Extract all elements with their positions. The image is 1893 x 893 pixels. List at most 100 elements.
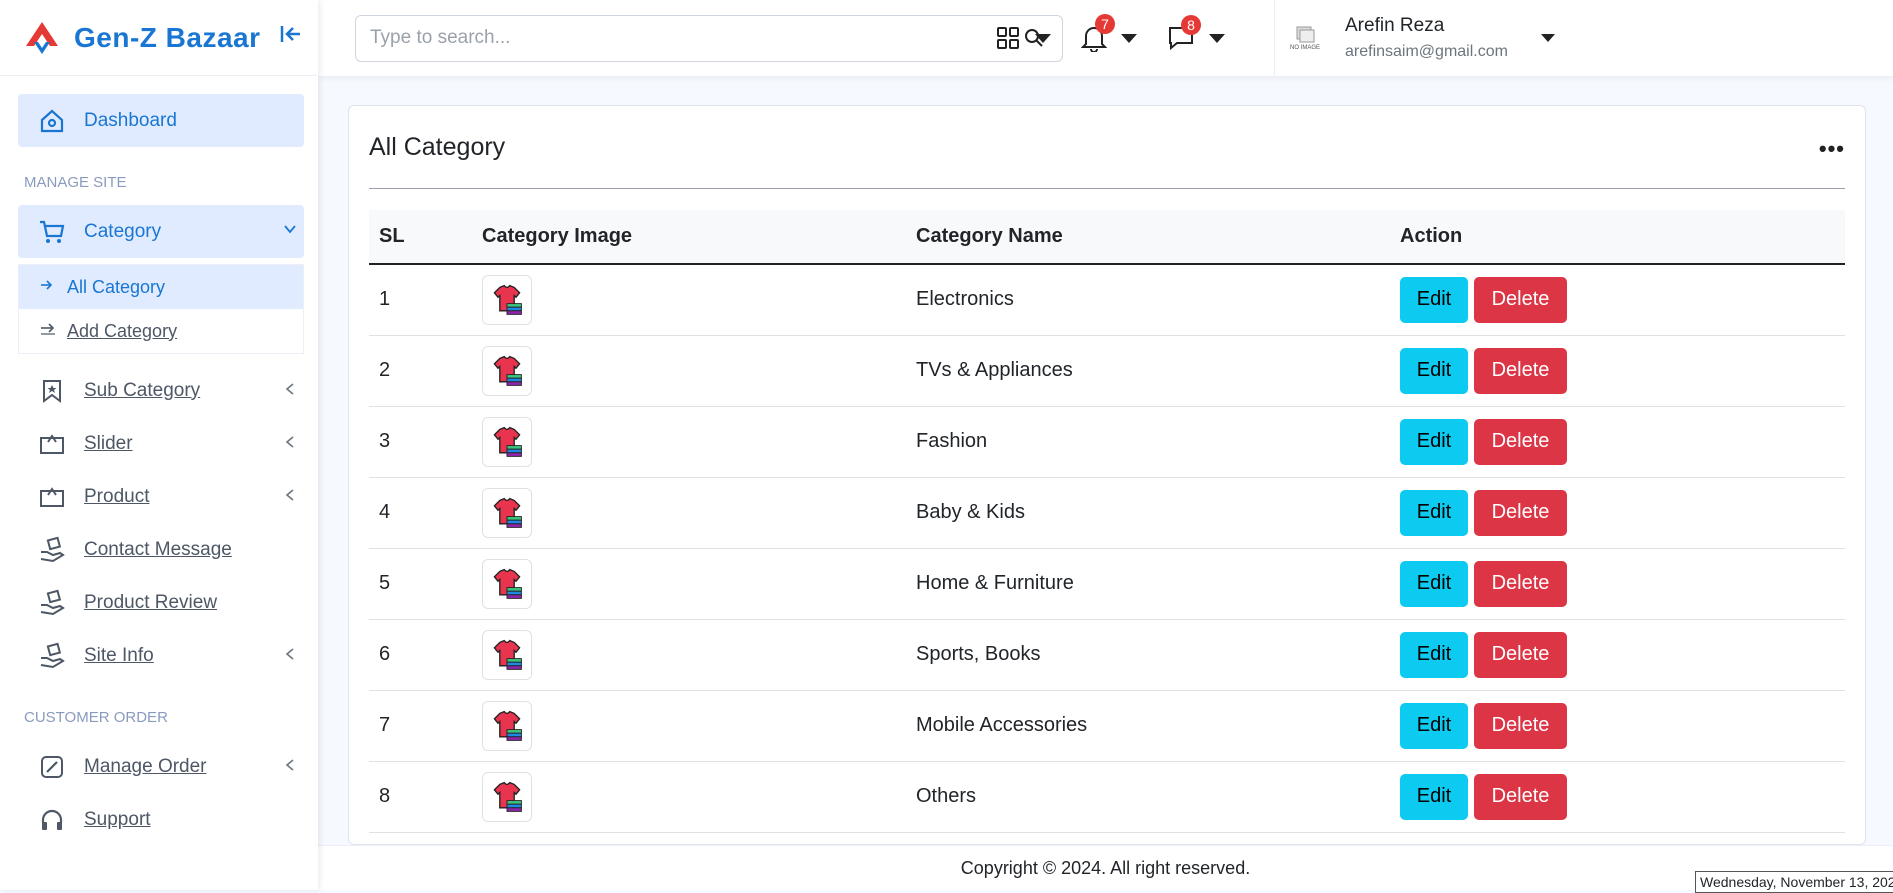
copyright-text: Copyright © 2024. All right reserved. xyxy=(960,857,1251,878)
row-actions: Edit Delete xyxy=(1400,406,1845,477)
category-submenu: All Category Add Category xyxy=(18,264,304,354)
delete-button[interactable]: Delete xyxy=(1474,773,1567,820)
sidebar-item-slider[interactable]: Slider xyxy=(18,417,304,470)
chevron-left-icon xyxy=(276,756,304,777)
table-body: 1 Electronics Edit Delete 2 TVs & Appliances E… xyxy=(369,264,1845,832)
category-image xyxy=(482,629,532,680)
search-box xyxy=(355,14,1063,62)
row-category-name: Electronics xyxy=(916,288,1014,311)
card-header: All Category ••• xyxy=(369,106,1845,189)
edit-button[interactable]: Edit xyxy=(1400,347,1468,394)
edit-button[interactable]: Edit xyxy=(1400,702,1468,749)
row-category-name: Baby & Kids xyxy=(916,501,1025,523)
page-title: All Category xyxy=(369,132,506,161)
submenu-all-category[interactable]: All Category xyxy=(19,265,303,309)
slider-icon xyxy=(36,428,68,460)
submenu-label: Add Category xyxy=(67,320,178,341)
column-header-sl: SL xyxy=(379,225,405,247)
submenu-add-category[interactable]: Add Category xyxy=(19,309,303,353)
search-input[interactable] xyxy=(370,27,1020,49)
row-actions: Edit Delete xyxy=(1400,619,1845,690)
sidebar-item-label: Product Review xyxy=(84,591,218,613)
table-row: 1 Electronics Edit Delete xyxy=(369,264,1845,335)
hand-box-icon xyxy=(36,534,68,566)
collapse-sidebar-icon[interactable] xyxy=(279,22,303,53)
chevron-left-icon xyxy=(276,380,304,401)
row-actions: Edit Delete xyxy=(1400,761,1845,832)
edit-button[interactable]: Edit xyxy=(1400,560,1468,607)
edit-button[interactable]: Edit xyxy=(1400,418,1468,465)
brand-name[interactable]: Gen-Z Bazaar xyxy=(74,22,261,54)
sidebar-item-support[interactable]: Support xyxy=(18,793,304,846)
category-image xyxy=(482,558,532,609)
more-options-icon[interactable]: ••• xyxy=(1819,136,1845,162)
row-category-name: Others xyxy=(916,785,977,807)
row-category-name: Sports, Books xyxy=(916,643,1041,665)
no-image-icon xyxy=(1296,26,1315,43)
delete-button[interactable]: Delete xyxy=(1474,276,1567,323)
sidebar: Gen-Z Bazaar Dashboard MANAGE SITE Categ… xyxy=(0,0,318,890)
edit-button[interactable]: Edit xyxy=(1400,276,1468,323)
caret-down-icon xyxy=(1121,33,1137,43)
delete-button[interactable]: Delete xyxy=(1474,347,1567,394)
row-image-cell xyxy=(482,264,916,335)
row-actions: Edit Delete xyxy=(1400,477,1845,548)
edit-button[interactable]: Edit xyxy=(1400,773,1468,820)
sidebar-item-label: Support xyxy=(84,808,151,830)
category-table: SL Category Image Category Name Action 1… xyxy=(369,210,1845,833)
row-actions: Edit Delete xyxy=(1400,548,1845,619)
row-actions: Edit Delete xyxy=(1400,264,1845,335)
sidebar-item-label: Sub Category xyxy=(84,379,201,401)
edit-button[interactable]: Edit xyxy=(1400,489,1468,536)
row-image-cell xyxy=(482,477,916,548)
notifications-menu[interactable]: 7 xyxy=(1081,14,1137,52)
table-row: 2 TVs & Appliances Edit Delete xyxy=(369,335,1845,406)
sidebar-item-category[interactable]: Category xyxy=(18,205,304,258)
row-image-cell xyxy=(482,619,916,690)
caret-down-icon xyxy=(1209,33,1225,43)
caret-down-icon xyxy=(1541,34,1555,42)
delete-button[interactable]: Delete xyxy=(1474,702,1567,749)
delete-button[interactable]: Delete xyxy=(1474,489,1567,536)
user-email: arefinsaim@gmail.com xyxy=(1345,43,1508,60)
category-image xyxy=(482,416,532,467)
arrow-right-icon xyxy=(39,278,67,297)
sidebar-item-contact-message[interactable]: Contact Message xyxy=(18,523,304,576)
apps-menu[interactable] xyxy=(995,25,1051,51)
bookmark-icon xyxy=(36,375,68,407)
hand-box-icon xyxy=(36,587,68,619)
row-image-cell xyxy=(482,335,916,406)
delete-button[interactable]: Delete xyxy=(1474,631,1567,678)
delete-button[interactable]: Delete xyxy=(1474,418,1567,465)
chevron-down-icon xyxy=(276,221,304,242)
notifications-badge: 7 xyxy=(1095,14,1115,34)
submenu-label: All Category xyxy=(67,276,166,297)
sidebar-item-sub-category[interactable]: Sub Category xyxy=(18,364,304,417)
row-sl: 1 xyxy=(379,288,391,311)
sidebar-item-product-review[interactable]: Product Review xyxy=(18,576,304,629)
row-image-cell xyxy=(482,690,916,761)
row-image-cell xyxy=(482,406,916,477)
table-row: 8 Others Edit Delete xyxy=(369,761,1845,832)
column-header-action: Action xyxy=(1400,225,1463,247)
arrow-right-icon xyxy=(39,322,67,341)
delete-button[interactable]: Delete xyxy=(1474,560,1567,607)
sidebar-item-manage-order[interactable]: Manage Order xyxy=(18,740,304,793)
sidebar-item-product[interactable]: Product xyxy=(18,470,304,523)
user-menu[interactable]: NO IMAGE Arefin Reza arefinsaim@gmail.co… xyxy=(1274,0,1575,76)
sidebar-item-dashboard[interactable]: Dashboard xyxy=(18,94,304,147)
sidebar-nav: Dashboard MANAGE SITE Category All Categ… xyxy=(0,76,318,846)
messages-badge: 8 xyxy=(1181,15,1201,35)
avatar-placeholder-text: NO IMAGE xyxy=(1289,45,1320,51)
category-image xyxy=(482,700,532,751)
table-header-row: SL Category Image Category Name Action xyxy=(369,210,1845,264)
category-image xyxy=(482,771,532,822)
chevron-left-icon xyxy=(276,433,304,454)
edit-button[interactable]: Edit xyxy=(1400,631,1468,678)
hand-box-icon xyxy=(36,640,68,672)
messages-menu[interactable]: 8 xyxy=(1167,15,1225,51)
row-sl: 6 xyxy=(379,643,391,665)
table-row: 7 Mobile Accessories Edit Delete xyxy=(369,690,1845,761)
sidebar-item-site-info[interactable]: Site Info xyxy=(18,629,304,682)
headset-icon xyxy=(36,804,68,836)
